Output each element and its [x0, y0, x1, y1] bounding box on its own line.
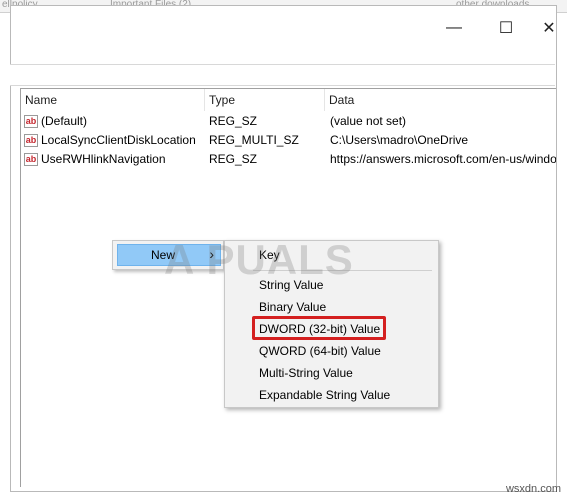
- value-data: (value not set): [330, 114, 407, 128]
- table-row[interactable]: ab UseRWHlinkNavigation REG_SZ https://a…: [21, 150, 556, 169]
- string-value-icon: ab: [24, 153, 38, 166]
- submenu-item-expandable-string-value[interactable]: Expandable String Value: [259, 385, 390, 405]
- minimize-icon: —: [446, 19, 462, 36]
- column-header-type[interactable]: Type: [205, 89, 325, 111]
- dword-highlight-callout: [252, 316, 386, 340]
- value-name: LocalSyncClientDiskLocation: [41, 133, 196, 147]
- value-name: (Default): [41, 114, 88, 128]
- value-data: https://answers.microsoft.com/en-us/wind…: [330, 152, 556, 166]
- close-button[interactable]: ✕: [531, 14, 567, 42]
- appuals-watermark: A PUALS: [164, 236, 354, 283]
- value-type: REG_SZ: [209, 152, 258, 166]
- close-icon: ✕: [542, 20, 556, 37]
- submenu-item-binary-value[interactable]: Binary Value: [259, 297, 326, 317]
- maximize-icon: ☐: [498, 20, 514, 37]
- minimize-button[interactable]: —: [436, 14, 472, 42]
- submenu-item-qword-value[interactable]: QWORD (64-bit) Value: [259, 341, 381, 361]
- site-credit: wsxdn.com: [505, 483, 561, 495]
- address-bar[interactable]: [10, 64, 555, 86]
- value-type: REG_MULTI_SZ: [209, 133, 299, 147]
- value-type: REG_SZ: [209, 114, 258, 128]
- maximize-button[interactable]: ☐: [488, 14, 524, 42]
- table-row[interactable]: ab (Default) REG_SZ (value not set): [21, 112, 556, 131]
- submenu-item-multi-string-value[interactable]: Multi-String Value: [259, 363, 353, 383]
- string-value-icon: ab: [24, 134, 38, 147]
- column-header-name[interactable]: Name: [21, 89, 205, 111]
- column-header-data[interactable]: Data: [325, 89, 556, 111]
- table-row[interactable]: ab LocalSyncClientDiskLocation REG_MULTI…: [21, 131, 556, 150]
- value-name: UseRWHlinkNavigation: [41, 152, 166, 166]
- value-data: C:\Users\madro\OneDrive: [330, 133, 469, 147]
- string-value-icon: ab: [24, 115, 38, 128]
